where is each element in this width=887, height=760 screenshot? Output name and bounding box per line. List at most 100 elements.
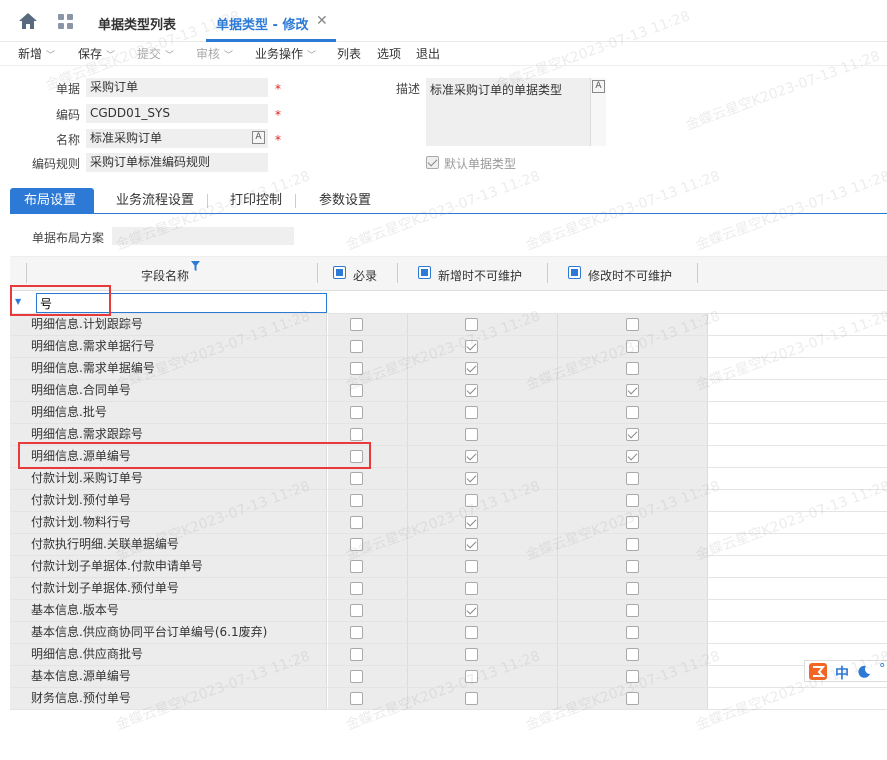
- no-edit-checkbox[interactable]: [626, 626, 639, 639]
- toolbar-item[interactable]: 退出: [416, 45, 440, 62]
- toolbar-item[interactable]: 提交 ﹀: [137, 45, 174, 62]
- required-checkbox[interactable]: [350, 494, 363, 507]
- row-header[interactable]: [10, 512, 27, 533]
- no-add-checkbox[interactable]: [465, 318, 478, 331]
- no-edit-checkbox[interactable]: [626, 582, 639, 595]
- table-row[interactable]: 明细信息.计划跟踪号: [10, 314, 887, 336]
- table-row[interactable]: 明细信息.需求单据编号: [10, 358, 887, 380]
- no-edit-checkbox[interactable]: [626, 494, 639, 507]
- table-row[interactable]: 基本信息.源单编号: [10, 666, 887, 688]
- table-row[interactable]: 付款计划.采购订单号: [10, 468, 887, 490]
- code-field[interactable]: CGDD01_SYS: [86, 104, 268, 123]
- required-checkbox[interactable]: [350, 318, 363, 331]
- no-edit-checkbox[interactable]: [626, 516, 639, 529]
- required-checkbox[interactable]: [350, 692, 363, 705]
- default-type-checkbox[interactable]: [426, 156, 439, 169]
- table-row[interactable]: 基本信息.供应商协同平台订单编号(6.1废弃): [10, 622, 887, 644]
- toolbar-item[interactable]: 选项: [377, 45, 401, 62]
- no-edit-checkbox[interactable]: [626, 670, 639, 683]
- no-add-checkbox[interactable]: [465, 494, 478, 507]
- scheme-field[interactable]: [112, 227, 294, 245]
- no-edit-checkbox[interactable]: [626, 384, 639, 397]
- no-edit-checkbox[interactable]: [626, 428, 639, 441]
- sogou-icon[interactable]: [809, 663, 827, 680]
- required-checkbox[interactable]: [350, 670, 363, 683]
- toolbar-item[interactable]: 新增 ﹀: [18, 45, 55, 62]
- table-row[interactable]: 基本信息.版本号: [10, 600, 887, 622]
- home-icon[interactable]: [18, 12, 38, 30]
- multilang-icon[interactable]: A: [252, 131, 265, 144]
- table-row[interactable]: 付款计划子单据体.预付单号: [10, 578, 887, 600]
- col-field-name[interactable]: 字段名称: [141, 267, 189, 284]
- row-header[interactable]: [10, 622, 27, 643]
- tab-params[interactable]: 参数设置: [305, 188, 385, 214]
- required-checkbox[interactable]: [350, 538, 363, 551]
- required-checkbox[interactable]: [350, 340, 363, 353]
- no-edit-all-checkbox[interactable]: [568, 266, 581, 279]
- doc-field[interactable]: 采购订单: [86, 78, 268, 97]
- no-add-checkbox[interactable]: [465, 604, 478, 617]
- required-checkbox[interactable]: [350, 406, 363, 419]
- no-edit-checkbox[interactable]: [626, 318, 639, 331]
- no-edit-checkbox[interactable]: [626, 406, 639, 419]
- no-add-checkbox[interactable]: [465, 516, 478, 529]
- table-row[interactable]: 明细信息.合同单号: [10, 380, 887, 402]
- required-checkbox[interactable]: [350, 384, 363, 397]
- no-add-checkbox[interactable]: [465, 406, 478, 419]
- table-row[interactable]: 财务信息.预付单号: [10, 688, 887, 710]
- row-header[interactable]: [10, 468, 27, 489]
- ime-toolbar[interactable]: 中 °: [804, 660, 887, 682]
- no-add-checkbox[interactable]: [465, 538, 478, 551]
- row-header[interactable]: [10, 380, 27, 401]
- table-row[interactable]: 明细信息.供应商批号: [10, 644, 887, 666]
- required-checkbox[interactable]: [350, 516, 363, 529]
- required-checkbox[interactable]: [350, 626, 363, 639]
- row-header[interactable]: [10, 336, 27, 357]
- toolbar-item[interactable]: 业务操作 ﹀: [255, 45, 316, 62]
- table-row[interactable]: 付款执行明细.关联单据编号: [10, 534, 887, 556]
- ime-chinese-mode[interactable]: 中: [835, 663, 849, 683]
- required-checkbox[interactable]: [350, 472, 363, 485]
- tab-bill-type-edit[interactable]: 单据类型 - 修改: [216, 14, 308, 33]
- tab-bill-type-list[interactable]: 单据类型列表: [98, 14, 176, 33]
- no-add-all-checkbox[interactable]: [418, 266, 431, 279]
- no-add-checkbox[interactable]: [465, 582, 478, 595]
- name-field[interactable]: 标准采购订单: [86, 129, 268, 148]
- required-checkbox[interactable]: [350, 560, 363, 573]
- app-grid-icon[interactable]: [58, 14, 74, 30]
- no-edit-checkbox[interactable]: [626, 604, 639, 617]
- no-add-checkbox[interactable]: [465, 626, 478, 639]
- row-header[interactable]: [10, 490, 27, 511]
- no-edit-checkbox[interactable]: [626, 472, 639, 485]
- required-checkbox[interactable]: [350, 362, 363, 375]
- table-row[interactable]: 明细信息.批号: [10, 402, 887, 424]
- no-edit-checkbox[interactable]: [626, 450, 639, 463]
- row-header[interactable]: [10, 314, 27, 335]
- table-row[interactable]: 付款计划.物料行号: [10, 512, 887, 534]
- no-edit-checkbox[interactable]: [626, 340, 639, 353]
- no-add-checkbox[interactable]: [465, 428, 478, 441]
- close-tab-icon[interactable]: ✕: [316, 13, 328, 29]
- table-row[interactable]: 付款计划子单据体.付款申请单号: [10, 556, 887, 578]
- no-edit-checkbox[interactable]: [626, 560, 639, 573]
- row-header[interactable]: [10, 666, 27, 687]
- tab-workflow[interactable]: 业务流程设置: [102, 188, 209, 214]
- no-add-checkbox[interactable]: [465, 692, 478, 705]
- tab-layout[interactable]: 布局设置: [10, 188, 94, 214]
- required-all-checkbox[interactable]: [333, 266, 346, 279]
- toolbar-item[interactable]: 列表: [337, 45, 361, 62]
- table-row[interactable]: 付款计划.预付单号: [10, 490, 887, 512]
- required-checkbox[interactable]: [350, 428, 363, 441]
- row-header[interactable]: [10, 688, 27, 709]
- table-row[interactable]: 明细信息.需求单据行号: [10, 336, 887, 358]
- no-add-checkbox[interactable]: [465, 560, 478, 573]
- required-checkbox[interactable]: [350, 582, 363, 595]
- row-header[interactable]: [10, 578, 27, 599]
- moon-icon[interactable]: [857, 665, 871, 679]
- no-add-checkbox[interactable]: [465, 340, 478, 353]
- no-add-checkbox[interactable]: [465, 472, 478, 485]
- no-add-checkbox[interactable]: [465, 384, 478, 397]
- row-header[interactable]: [10, 534, 27, 555]
- no-add-checkbox[interactable]: [465, 670, 478, 683]
- required-checkbox[interactable]: [350, 604, 363, 617]
